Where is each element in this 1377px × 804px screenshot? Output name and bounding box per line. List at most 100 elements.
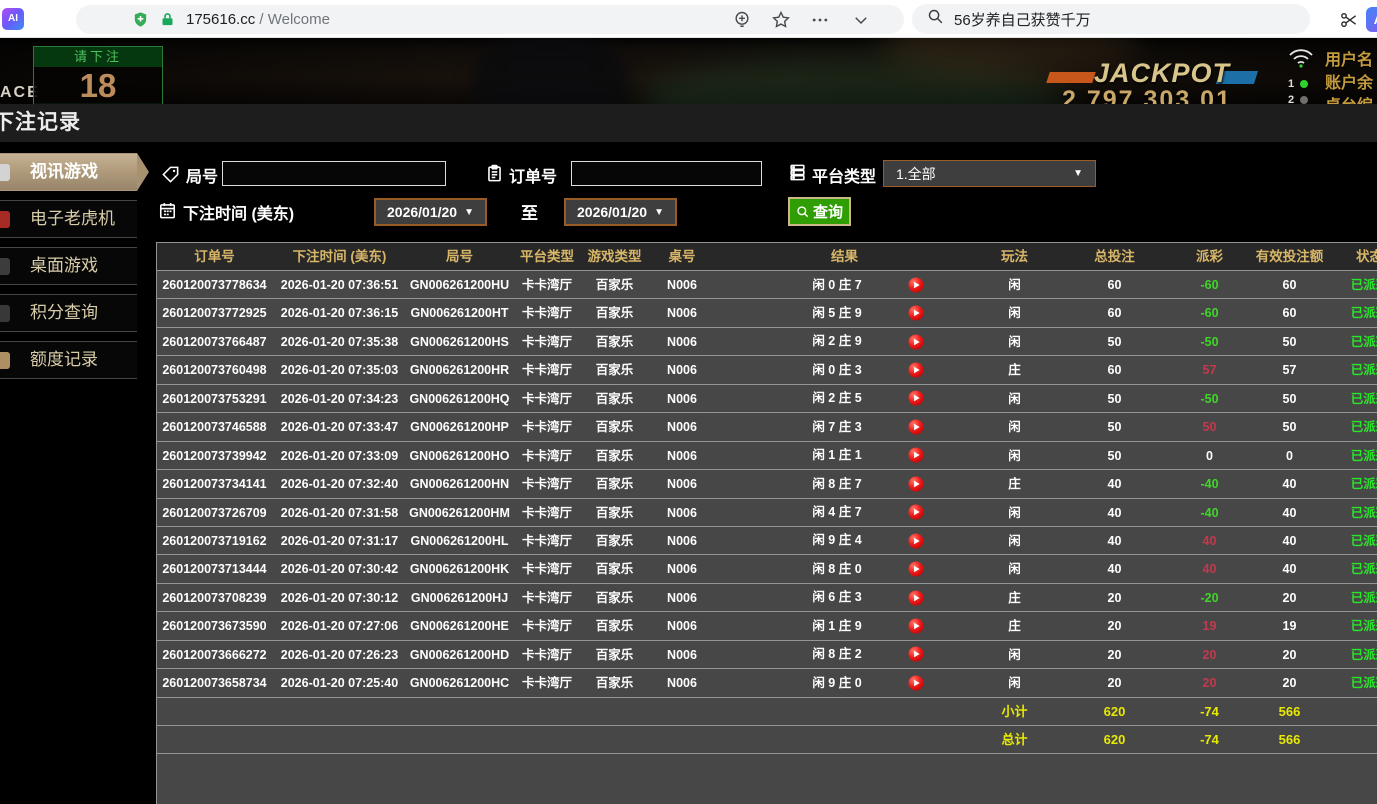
play-type-cell: 庄	[972, 584, 1057, 611]
status-cell: 已派彩	[1332, 299, 1377, 326]
sidebar-item-label: 额度记录	[30, 350, 98, 369]
bet-time-cell: 2026-01-20 07:35:03	[272, 356, 407, 383]
search-bar[interactable]: 56岁养自己获赞千万	[912, 4, 1310, 34]
query-button-label: 查询	[813, 201, 843, 222]
column-header: 平台类型	[512, 243, 582, 270]
column-header: 下注时间 (美东)	[272, 243, 407, 270]
sidebar-item-points[interactable]: 积分查询	[0, 294, 137, 332]
bet-time-cell: 2026-01-20 07:34:23	[272, 385, 407, 412]
status-cell: 已派彩	[1332, 470, 1377, 497]
table-row: 2601200737729252026-01-20 07:36:15GN0062…	[157, 298, 1377, 326]
round-id-input[interactable]	[222, 161, 446, 186]
replay-video-icon[interactable]	[908, 618, 924, 634]
total-bet-cell: 20	[1057, 612, 1172, 639]
order-id-label: 订单号	[509, 163, 557, 187]
total-bet-cell: 50	[1057, 328, 1172, 355]
sidebar-item-table[interactable]: 桌面游戏	[0, 247, 137, 285]
caret-down-icon: ▼	[654, 207, 664, 218]
caret-down-icon: ▼	[464, 207, 474, 218]
play-type-cell: 闲	[972, 555, 1057, 582]
ai-extension-icon[interactable]: AI	[2, 8, 24, 30]
lock-icon[interactable]	[160, 12, 175, 27]
column-header: 桌号	[647, 243, 717, 270]
replay-video-icon[interactable]	[908, 305, 924, 321]
replay-video-icon[interactable]	[908, 390, 924, 406]
round-id-cell: GN006261200HN	[407, 470, 512, 497]
platform-type-value: 1.全部	[896, 164, 936, 184]
bookmark-star-icon[interactable]	[770, 9, 792, 31]
more-options-icon[interactable]	[809, 9, 831, 31]
table-no-cell: N006	[647, 413, 717, 440]
payout-cell: 20	[1172, 669, 1247, 696]
play-type-cell: 闲	[972, 413, 1057, 440]
clipboard-icon	[485, 164, 504, 188]
empty-cell	[512, 698, 582, 725]
page-title: 下注记录	[0, 104, 81, 142]
result-cell: 闲 7 庄 3	[717, 413, 972, 440]
date-to-select[interactable]: 2026/01/20 ▼	[564, 198, 677, 226]
shield-plus-icon[interactable]	[132, 11, 149, 28]
play-type-cell: 闲	[972, 527, 1057, 554]
scissors-icon[interactable]	[1338, 9, 1360, 31]
replay-video-icon[interactable]	[908, 447, 924, 463]
result-cell: 闲 8 庄 7	[717, 470, 972, 497]
result-text: 闲 5 庄 9	[772, 299, 902, 326]
to-label: 至	[521, 199, 538, 224]
payout-cell: -60	[1172, 271, 1247, 298]
translate-extension-icon[interactable]: A	[1366, 7, 1377, 32]
chevron-down-icon[interactable]	[850, 9, 872, 31]
replay-video-icon[interactable]	[908, 675, 924, 691]
date-from-select[interactable]: 2026/01/20 ▼	[374, 198, 487, 226]
platform-icon	[788, 163, 807, 187]
replay-video-icon[interactable]	[908, 334, 924, 350]
replay-video-icon[interactable]	[908, 590, 924, 606]
valid-bet-cell: 20	[1247, 584, 1332, 611]
sidebar-item-quota[interactable]: 额度记录	[0, 341, 137, 379]
result-cell: 闲 8 庄 0	[717, 555, 972, 582]
payout-cell: -50	[1172, 385, 1247, 412]
order-id-input[interactable]	[571, 161, 762, 186]
result-cell: 闲 6 庄 3	[717, 584, 972, 611]
replay-video-icon[interactable]	[908, 646, 924, 662]
bet-time-cell: 2026-01-20 07:31:17	[272, 527, 407, 554]
replay-video-icon[interactable]	[908, 504, 924, 520]
total-bet-cell: 60	[1057, 356, 1172, 383]
status-cell: 已派彩	[1332, 555, 1377, 582]
table-no-cell: N006	[647, 470, 717, 497]
replay-video-icon[interactable]	[908, 476, 924, 492]
tag-icon	[161, 165, 180, 189]
status-cell: 已派彩	[1332, 612, 1377, 639]
sidebar-item-video[interactable]: 视讯游戏	[0, 153, 137, 191]
query-button[interactable]: 查询	[788, 197, 851, 226]
send-page-icon[interactable]	[731, 9, 753, 31]
status-cell: 已派彩	[1332, 356, 1377, 383]
table-row: 2601200737134442026-01-20 07:30:42GN0062…	[157, 554, 1377, 582]
bet-time-cell: 2026-01-20 07:27:06	[272, 612, 407, 639]
payout-cell: -20	[1172, 584, 1247, 611]
empty-cell	[407, 726, 512, 753]
platform-type-select[interactable]: 1.全部 ▼	[883, 160, 1096, 187]
round-id-cell: GN006261200HP	[407, 413, 512, 440]
replay-video-icon[interactable]	[908, 277, 924, 293]
result-cell: 闲 1 庄 9	[717, 612, 972, 639]
table-row: 2601200737532912026-01-20 07:34:23GN0062…	[157, 384, 1377, 412]
bet-prompt-label: 请下注	[34, 47, 162, 67]
status-cell: 已派彩	[1332, 442, 1377, 469]
payout-cell: -40	[1172, 470, 1247, 497]
green-dot	[1300, 80, 1308, 88]
sidebar-item-slots[interactable]: 电子老虎机	[0, 200, 137, 238]
replay-video-icon[interactable]	[908, 561, 924, 577]
casino-header: ACE 请下注 18 JACKPOT 2,797,303.01 1 2 用户名 …	[0, 38, 1377, 104]
empty-cell	[407, 698, 512, 725]
game-type-cell: 百家乐	[582, 584, 647, 611]
order-id-cell: 260120073734141	[157, 470, 272, 497]
jackpot-orange-bar	[1046, 72, 1096, 83]
order-id-cell: 260120073778634	[157, 271, 272, 298]
replay-video-icon[interactable]	[908, 419, 924, 435]
round-id-label: 局号	[186, 163, 218, 187]
replay-video-icon[interactable]	[908, 533, 924, 549]
replay-video-icon[interactable]	[908, 362, 924, 378]
column-header: 玩法	[972, 243, 1057, 270]
sidebar-item-label: 积分查询	[30, 303, 98, 322]
table-no-cell: N006	[647, 299, 717, 326]
